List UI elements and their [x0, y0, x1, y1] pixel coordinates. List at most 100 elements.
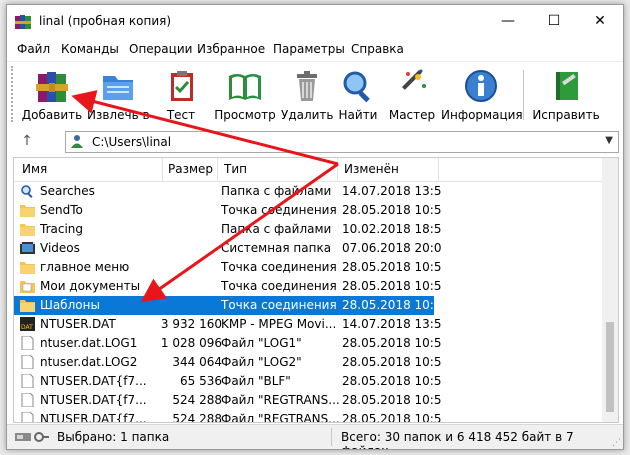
file-list: Имя Размер Тип Изменён Searches Папка с ф…: [13, 157, 619, 423]
file-row[interactable]: NTUSER.DAT{f7... 524 288 Файл "REGTRANS...…: [14, 391, 602, 410]
column-divider[interactable]: [217, 158, 218, 181]
file-modified: 28.05.2018 10:57: [342, 374, 442, 388]
file-name: SendTo: [40, 203, 83, 217]
file-row[interactable]: Searches Папка с файлами 14.07.2018 13:54: [14, 182, 602, 201]
add-label: Добавить: [21, 108, 83, 122]
file-name: NTUSER.DAT{f7...: [40, 393, 147, 407]
column-modified[interactable]: Изменён: [344, 162, 399, 176]
test-label: Тест: [166, 108, 196, 122]
file-icon: [21, 412, 34, 422]
delete-button[interactable]: Удалить: [281, 62, 334, 128]
folder-extract-icon: [103, 76, 133, 100]
file-modified: 28.05.2018 10:57: [342, 260, 442, 274]
file-row[interactable]: Шаблоны Точка соединения 28.05.2018 10:57: [14, 296, 442, 315]
file-rows: Searches Папка с файлами 14.07.2018 13:54 S…: [14, 182, 602, 423]
scroll-thumb[interactable]: [606, 322, 614, 412]
file-type: Точка соединения: [221, 279, 337, 293]
menu-favorites[interactable]: Избранное: [197, 42, 265, 56]
add-button[interactable]: Добавить: [21, 62, 83, 128]
user-folder-icon: [71, 135, 83, 148]
file-type: Папка с файлами: [221, 222, 332, 236]
menu-operations[interactable]: Операции: [129, 42, 192, 56]
path-text: C:\Users\linal: [92, 135, 172, 149]
file-row[interactable]: ntuser.dat.LOG2 344 064 Файл "LOG2" 28.05.2…: [14, 353, 602, 372]
file-name: ntuser.dat.LOG1: [40, 336, 138, 350]
file-size: 1 028 096: [160, 336, 222, 350]
menu-options[interactable]: Параметры: [273, 42, 345, 56]
menu-commands[interactable]: Команды: [61, 42, 119, 56]
file-modified: 28.05.2018 10:57: [342, 355, 442, 369]
minimize-button[interactable]: —: [485, 5, 531, 37]
file-size: 3 932 160: [160, 317, 222, 331]
column-name[interactable]: Имя: [22, 162, 47, 176]
file-size: 524 288: [172, 412, 222, 423]
selection-status: Выбрано: 1 папка: [57, 430, 170, 444]
menu-file[interactable]: Файл: [17, 42, 50, 56]
wizard-button[interactable]: Мастер: [385, 62, 439, 128]
toolbar-grip[interactable]: [11, 66, 16, 122]
view-button[interactable]: Просмотр: [211, 62, 279, 128]
maximize-button[interactable]: ☐: [531, 5, 577, 37]
file-type: Точка соединения: [221, 260, 337, 274]
file-modified: 28.05.2018 10:57: [342, 393, 442, 407]
column-divider[interactable]: [162, 158, 163, 181]
file-row[interactable]: NTUSER.DAT{f7... 524 288 Файл "REGTRANS...…: [14, 410, 602, 423]
search-folder-icon: [21, 185, 33, 198]
magic-wand-icon: [402, 69, 426, 90]
file-name: ntuser.dat.LOG2: [40, 355, 138, 369]
chevron-down-icon[interactable]: ▼: [605, 135, 613, 146]
file-modified: 28.05.2018 10:57: [342, 279, 442, 293]
view-label: Просмотр: [214, 108, 276, 122]
close-button[interactable]: ✕: [577, 5, 623, 37]
file-row[interactable]: Tracing Папка с файлами 10.02.2018 18:56: [14, 220, 602, 239]
folder-icon: [20, 205, 35, 217]
drive-key-icon[interactable]: [15, 429, 49, 445]
column-divider[interactable]: [337, 158, 338, 181]
file-size: 344 064: [172, 355, 222, 369]
book-view-icon: [229, 74, 261, 100]
clipboard-check-icon: [171, 71, 193, 101]
extract-to-label: Извлечь в: [87, 108, 150, 122]
file-type: Точка соединения: [221, 203, 337, 217]
menu-bar: Файл Команды Операции Избранное Параметр…: [7, 38, 623, 60]
file-row[interactable]: Videos Системная папка 07.06.2018 20:07: [14, 239, 602, 258]
file-type: Файл "LOG1": [221, 336, 302, 350]
extract-to-button[interactable]: Извлечь в: [87, 62, 150, 128]
folder-icon: [20, 224, 35, 236]
file-type: Файл "REGTRANS...: [221, 412, 339, 423]
dat-file-icon: DAT: [20, 317, 35, 331]
trash-can-icon: [297, 71, 317, 101]
file-type: Файл "BLF": [221, 374, 291, 388]
path-field[interactable]: C:\Users\linal ▼: [65, 131, 619, 153]
file-row[interactable]: Мои документы Точка соединения 28.05.2018 …: [14, 277, 602, 296]
file-type: Файл "LOG2": [221, 355, 302, 369]
test-button[interactable]: Тест: [155, 62, 207, 128]
file-row[interactable]: ntuser.dat.LOG1 1 028 096 Файл "LOG1" 28.05…: [14, 334, 602, 353]
docs-folder-icon: [20, 281, 35, 293]
file-type: Папка с файлами: [221, 184, 332, 198]
file-name: Мои документы: [40, 279, 141, 293]
info-label: Информация: [441, 108, 523, 122]
status-bar: Выбрано: 1 папка Всего: 30 папок и 6 418…: [7, 424, 623, 449]
file-name: Шаблоны: [40, 298, 100, 312]
vertical-scrollbar[interactable]: [602, 158, 618, 422]
column-size[interactable]: Размер: [168, 162, 213, 176]
column-type[interactable]: Тип: [224, 162, 247, 176]
file-row[interactable]: SendTo Точка соединения 28.05.2018 10:57: [14, 201, 602, 220]
file-row[interactable]: главное меню Точка соединения 28.05.2018 1…: [14, 258, 602, 277]
find-button[interactable]: Найти: [335, 62, 381, 128]
up-arrow-icon[interactable]: ↑: [19, 133, 35, 149]
archive-books-icon: [36, 72, 68, 102]
status-separator: [331, 428, 332, 446]
resize-grip-icon[interactable]: ⋰: [612, 438, 621, 448]
repair-button[interactable]: Исправить: [529, 62, 603, 128]
winrar-window: linal (пробная копия) — ☐ ✕ Файл Команды…: [6, 4, 624, 450]
file-icon: [21, 336, 34, 350]
file-row[interactable]: DAT NTUSER.DAT 3 932 160 KMP - MPEG Movi...…: [14, 315, 602, 334]
info-icon: [465, 70, 497, 102]
info-button[interactable]: Информация: [441, 62, 523, 128]
menu-help[interactable]: Справка: [351, 42, 404, 56]
file-row[interactable]: NTUSER.DAT{f7... 65 536 Файл "BLF" 28.05.20…: [14, 372, 602, 391]
magnifier-icon: [343, 71, 370, 103]
column-divider[interactable]: [438, 158, 439, 181]
